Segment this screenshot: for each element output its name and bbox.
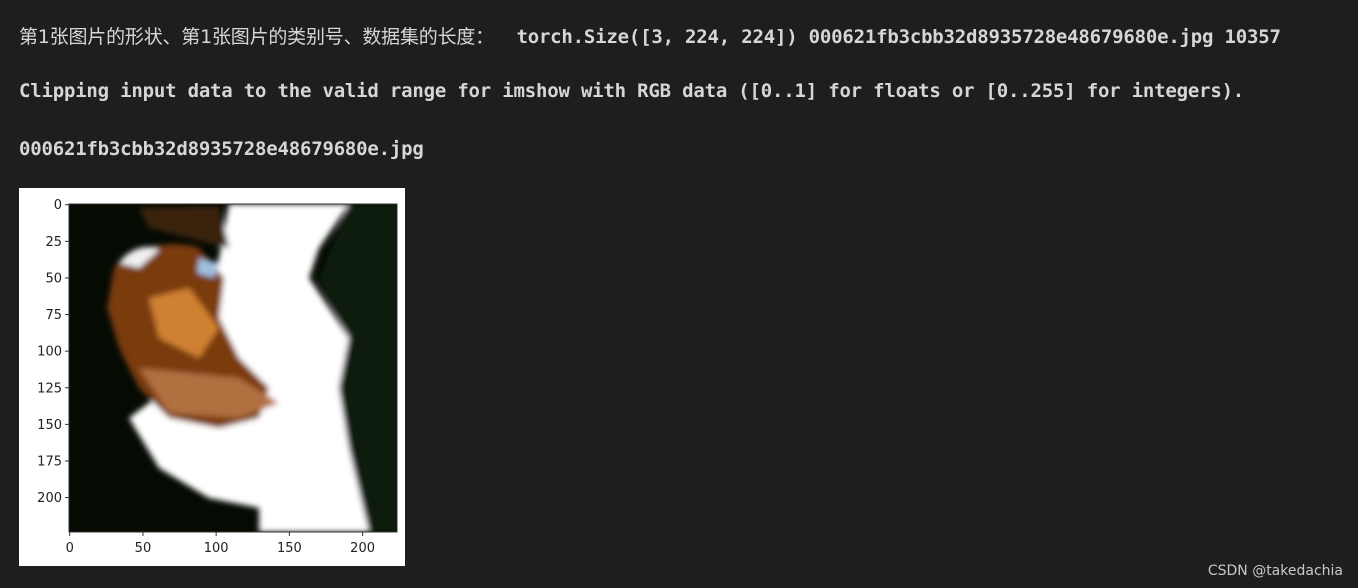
filename-line: 000621fb3cbb32d8935728e48679680e.jpg xyxy=(19,138,424,160)
x-tick-label: 200 xyxy=(350,541,375,556)
watermark: CSDN @takedachia xyxy=(1207,563,1343,579)
y-tick-label: 100 xyxy=(37,345,62,360)
x-tick-label: 100 xyxy=(204,541,229,556)
y-tick-label: 200 xyxy=(37,491,62,506)
x-tick-label: 150 xyxy=(277,541,302,556)
output-label: 第1张图片的形状、第1张图片的类别号、数据集的长度： xyxy=(19,26,494,48)
y-tick-label: 50 xyxy=(45,271,62,286)
y-tick-label: 25 xyxy=(45,235,62,250)
output-line-shape: 第1张图片的形状、第1张图片的类别号、数据集的长度： torch.Size([3… xyxy=(19,22,1281,49)
y-tick-label: 175 xyxy=(37,454,62,469)
y-tick-label: 75 xyxy=(45,308,62,323)
y-tick-label: 150 xyxy=(37,418,62,433)
dog-image xyxy=(69,204,397,532)
y-tick-label: 0 xyxy=(54,198,62,213)
warning-line: Clipping input data to the valid range f… xyxy=(19,80,1245,102)
x-tick-label: 50 xyxy=(135,541,152,556)
imshow-figure: 0 50 100 150 200 0 25 50 75 100 125 150 175 200 xyxy=(19,188,405,566)
output-value: torch.Size([3, 224, 224]) 000621fb3cbb32… xyxy=(493,26,1281,48)
x-tick-label: 0 xyxy=(66,541,74,556)
y-tick-label: 125 xyxy=(37,381,62,396)
